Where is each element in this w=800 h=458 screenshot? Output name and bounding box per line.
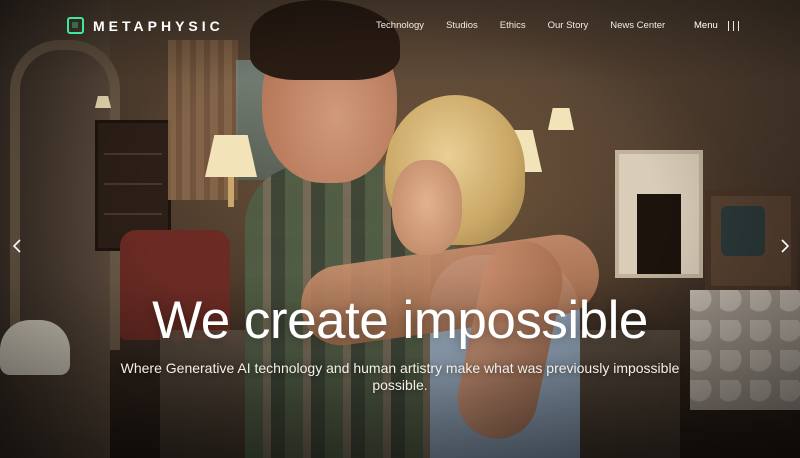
site-header: METAPHYSIC Technology Studios Ethics Our…	[0, 0, 800, 52]
carousel-next-button[interactable]	[776, 237, 794, 255]
menu-label: Menu	[694, 20, 718, 31]
logo-icon	[67, 17, 84, 34]
hero-subheadline: Where Generative AI technology and human…	[120, 360, 680, 393]
main-nav: Technology Studios Ethics Our Story News…	[376, 20, 687, 31]
chevron-left-icon	[12, 239, 21, 253]
hamburger-icon	[727, 20, 739, 31]
logo-link[interactable]: METAPHYSIC	[67, 17, 224, 34]
chevron-right-icon	[781, 239, 790, 253]
nav-item-news-center[interactable]: News Center	[610, 20, 665, 31]
nav-item-studios[interactable]: Studios	[446, 20, 478, 31]
carousel-prev-button[interactable]	[8, 237, 26, 255]
nav-item-our-story[interactable]: Our Story	[548, 20, 589, 31]
nav-item-technology[interactable]: Technology	[376, 20, 424, 31]
nav-item-ethics[interactable]: Ethics	[500, 20, 526, 31]
logo-text: METAPHYSIC	[93, 17, 224, 34]
menu-button[interactable]: Menu	[694, 20, 739, 31]
hero-headline: We create impossible	[152, 291, 648, 350]
